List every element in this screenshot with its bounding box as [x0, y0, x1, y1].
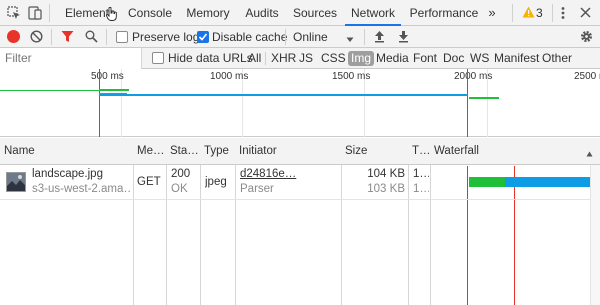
toolbar-divider — [364, 29, 365, 45]
tab-bar-divider — [552, 4, 553, 22]
tick-label: 2000 ms — [454, 71, 493, 82]
filter-input[interactable]: Filter — [0, 48, 142, 69]
filter-icon[interactable] — [61, 30, 74, 43]
tab-audits[interactable]: Audits — [241, 0, 283, 26]
overview-request-bar — [469, 97, 499, 99]
filter-type-doc[interactable]: Doc — [443, 48, 464, 69]
tab-memory[interactable]: Memory — [183, 0, 233, 26]
more-options-icon[interactable] — [560, 6, 566, 20]
tab-console[interactable]: Console — [124, 0, 176, 26]
table-header: Name Me… Sta… Type Initiator Size T… Wat… — [0, 138, 600, 165]
waterfall-waiting-bar[interactable] — [469, 177, 505, 187]
warning-icon[interactable] — [522, 6, 535, 18]
filter-divider — [265, 52, 266, 65]
preserve-log-label[interactable]: Preserve log — [132, 26, 199, 48]
request-type: jpeg — [205, 176, 227, 188]
settings-gear-icon[interactable] — [580, 30, 593, 43]
column-header-name[interactable]: Name — [0, 138, 133, 165]
record-button[interactable] — [7, 30, 20, 43]
tick-label: 1000 ms — [210, 71, 249, 82]
waterfall-download-bar[interactable] — [505, 177, 590, 187]
filter-type-css[interactable]: CSS — [321, 48, 346, 69]
chevron-down-icon[interactable] — [346, 34, 354, 42]
network-toolbar: Preserve log Disable cache Online — [0, 26, 600, 48]
request-initiator-link[interactable]: d24816e… — [240, 168, 338, 180]
filter-type-xhr[interactable]: XHR — [271, 48, 296, 69]
filter-placeholder: Filter — [5, 51, 32, 65]
tab-bar-divider — [512, 4, 513, 22]
request-size: 104 KB — [367, 168, 405, 180]
filter-type-img[interactable]: Img — [348, 51, 375, 66]
filter-type-font[interactable]: Font — [413, 48, 437, 69]
image-thumbnail-icon — [6, 172, 26, 192]
filter-type-manifest[interactable]: Manifest — [494, 48, 539, 69]
request-time: 1… — [413, 168, 429, 180]
device-toolbar-icon[interactable] — [28, 5, 42, 21]
warning-count[interactable]: 3 — [536, 0, 546, 26]
sort-ascending-icon[interactable] — [586, 148, 593, 157]
tick-label: 2500 ms — [574, 71, 600, 82]
request-domain: s3-us-west-2.ama… — [32, 183, 132, 195]
request-content-size: 103 KB — [367, 183, 405, 195]
tab-bar-divider — [49, 4, 50, 22]
request-name: landscape.jpg — [32, 168, 103, 180]
more-tabs-button[interactable]: » — [485, 0, 499, 26]
disable-cache-checkbox[interactable] — [197, 31, 209, 43]
hand-cursor-icon — [106, 6, 118, 21]
preserve-log-checkbox[interactable] — [116, 31, 128, 43]
column-header-initiator[interactable]: Initiator — [235, 138, 341, 165]
column-header-waterfall[interactable]: Waterfall — [430, 138, 590, 165]
overview-request-bar — [99, 89, 129, 91]
column-header-status[interactable]: Sta… — [166, 138, 200, 165]
export-har-icon[interactable] — [398, 30, 409, 43]
hide-data-urls-checkbox[interactable] — [152, 52, 164, 64]
table-row[interactable]: landscape.jpg s3-us-west-2.ama… GET 200 … — [0, 165, 600, 200]
tab-performance[interactable]: Performance — [409, 0, 479, 26]
load-event-marker — [467, 69, 468, 137]
request-latency: 1… — [413, 183, 429, 195]
column-header-time[interactable]: T… — [408, 138, 430, 165]
dom-content-loaded-marker — [99, 69, 100, 137]
clear-icon[interactable] — [30, 30, 43, 43]
filter-type-all[interactable]: All — [248, 48, 261, 69]
overview-request-bar — [99, 94, 468, 96]
request-status: 200 — [171, 168, 191, 180]
request-method: GET — [137, 176, 161, 188]
timeline-overview[interactable]: 500 ms 1000 ms 1500 ms 2000 ms 2500 ms — [0, 69, 600, 137]
close-icon[interactable] — [580, 7, 591, 18]
column-header-type[interactable]: Type — [200, 138, 235, 165]
request-table: Name Me… Sta… Type Initiator Size T… Wat… — [0, 138, 600, 305]
tab-network[interactable]: Network — [345, 0, 401, 26]
filter-type-media[interactable]: Media — [376, 48, 409, 69]
request-initiator-type: Parser — [240, 183, 274, 195]
disable-cache-label[interactable]: Disable cache — [212, 26, 287, 48]
overview-request-bar — [99, 93, 127, 94]
search-icon[interactable] — [85, 30, 98, 43]
request-status-text: OK — [171, 183, 188, 195]
column-header-size[interactable]: Size — [341, 138, 408, 165]
import-har-icon[interactable] — [374, 30, 385, 43]
column-header-method[interactable]: Me… — [133, 138, 166, 165]
throttling-value: Online — [293, 30, 328, 44]
hide-data-urls-label[interactable]: Hide data URLs — [168, 48, 253, 69]
filter-type-js[interactable]: JS — [299, 48, 313, 69]
filter-bar: Filter Hide data URLs All XHR JS CSS Img… — [0, 48, 600, 69]
devtools-tab-bar: Elements Console Memory Audits Sources N… — [0, 0, 600, 26]
filter-type-ws[interactable]: WS — [470, 48, 489, 69]
inspect-element-icon[interactable] — [7, 6, 21, 20]
filter-type-other[interactable]: Other — [542, 48, 572, 69]
tick-label: 1500 ms — [332, 71, 371, 82]
toolbar-divider — [106, 29, 107, 45]
tick-label: 500 ms — [91, 71, 124, 82]
tab-sources[interactable]: Sources — [292, 0, 338, 26]
toolbar-divider — [285, 29, 286, 45]
toolbar-divider — [51, 29, 52, 45]
overview-request-bar — [0, 90, 99, 91]
vertical-scrollbar[interactable] — [590, 165, 600, 305]
